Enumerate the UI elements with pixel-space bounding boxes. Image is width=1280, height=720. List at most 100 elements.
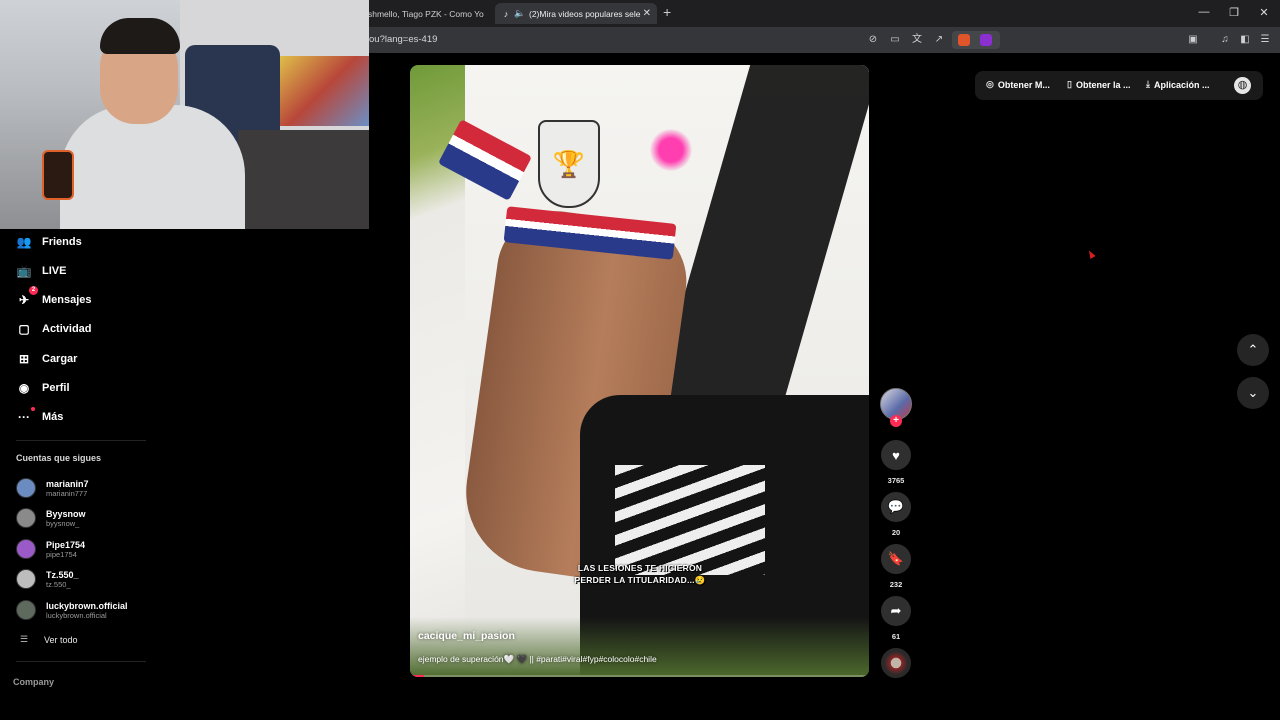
share-arrow-icon: ➦ — [890, 603, 902, 618]
nav-messages[interactable]: ✈ 2 Mensajes — [16, 286, 92, 310]
avatar — [16, 508, 36, 528]
sidebar-toggle-icon[interactable]: ▣ — [1186, 33, 1200, 47]
like-button[interactable]: ♥ — [881, 440, 911, 470]
share-icon[interactable]: ↗ — [932, 33, 946, 47]
cast-icon[interactable]: ▭ — [888, 33, 902, 47]
webcam-microphone — [42, 150, 74, 200]
account-handle: byysnow_ — [46, 518, 80, 528]
nav-label: LIVE — [42, 265, 67, 277]
phone-icon: ▯ — [1067, 79, 1072, 89]
left-sidebar: 👥 Friends 📺 LIVE ✈ 2 Mensajes ▢ Actividad ⊞ Ca… — [0, 229, 360, 720]
nav-friends[interactable]: 👥 Friends — [16, 232, 82, 252]
nav-label: Cargar — [42, 353, 78, 365]
address-bar[interactable]: ou?lang=es-419 — [369, 34, 437, 45]
share-button[interactable]: ➦ — [881, 596, 911, 626]
video-frame-blur — [650, 129, 692, 171]
messages-badge: 2 — [29, 286, 38, 295]
browser-tab-music[interactable]: shmello, Tiago PZK - Como Yo :( — [368, 3, 486, 24]
brave-rewards-icon[interactable] — [980, 34, 992, 46]
profile-avatar-icon[interactable]: ◍ — [1234, 77, 1251, 94]
minimize-window-button[interactable]: — — [1197, 6, 1211, 18]
close-window-button[interactable]: ✕ — [1257, 6, 1271, 19]
comment-count: 20 — [891, 528, 901, 537]
get-app-button[interactable]: ▯ Obtener la ... — [1067, 79, 1130, 90]
following-account[interactable]: marianin7 marianin777 — [16, 476, 89, 500]
next-video-button[interactable]: ⌄ — [1237, 377, 1269, 409]
sidebar-divider — [16, 440, 146, 441]
avatar — [16, 600, 36, 620]
list-icon: ☰ — [20, 634, 29, 644]
chevron-up-icon: ⌃ — [1247, 342, 1259, 357]
tab-title: shmello, Tiago PZK - Como Yo :( — [368, 8, 486, 19]
browser-tab-tiktok[interactable]: ♪ 🔈 (2)Mira videos populares sele ✕ — [495, 3, 657, 24]
mouse-cursor-icon — [1086, 249, 1096, 259]
get-app-label: Obtener la ... — [1075, 79, 1131, 90]
video-author[interactable]: cacique_mi_pasion — [418, 630, 515, 642]
follow-button[interactable]: + — [890, 415, 902, 427]
video-player[interactable]: 🏆 LAS LESIONES TE HICIERON PERDER LA TIT… — [410, 65, 869, 677]
nav-profile[interactable]: ◉ Perfil — [16, 378, 70, 398]
get-coins-label: Obtener M... — [997, 79, 1050, 90]
account-name: marianin7 — [46, 478, 89, 489]
get-app-bar: ◎ Obtener M... ▯ Obtener la ... ⤓ Aplicació… — [975, 71, 1263, 100]
following-account[interactable]: Tz.550_ tz.550_ — [16, 567, 79, 591]
account-name: Tz.550_ — [46, 569, 79, 580]
panel-icon[interactable]: ◧ — [1238, 33, 1252, 47]
brave-shields-icon[interactable] — [958, 34, 970, 46]
video-progress-bar[interactable] — [410, 675, 869, 677]
desktop-app-button[interactable]: ⤓ Aplicación ... — [1146, 79, 1210, 90]
nav-label: Mensajes — [42, 294, 92, 306]
company-link[interactable]: Company — [13, 677, 54, 687]
video-progress-fill — [410, 675, 424, 677]
friends-icon: 👥 — [16, 235, 32, 249]
speaker-icon: 🔈 — [514, 8, 526, 18]
account-handle: marianin777 — [46, 488, 88, 498]
nav-label: Más — [42, 411, 64, 423]
get-coins-button[interactable]: ◎ Obtener M... — [986, 79, 1050, 90]
tracking-off-icon[interactable]: ⊘ — [866, 33, 880, 47]
webcam-shelf — [275, 56, 369, 126]
close-tab-icon[interactable]: ✕ — [643, 8, 651, 19]
activity-icon: ▢ — [18, 322, 30, 336]
see-all-link[interactable]: ☰ Ver todo — [20, 634, 78, 645]
following-account[interactable]: Pipe1754 pipe1754 — [16, 537, 85, 561]
previous-video-button[interactable]: ⌃ — [1237, 334, 1269, 366]
more-dot — [31, 407, 35, 411]
menu-icon[interactable]: ☰ — [1258, 33, 1272, 47]
share-count: 61 — [891, 632, 901, 641]
see-all-label: Ver todo — [44, 634, 78, 645]
restore-window-button[interactable]: ❐ — [1227, 6, 1241, 19]
tab-title: (2)Mira videos populares sele — [529, 8, 641, 19]
save-count: 232 — [889, 580, 903, 589]
new-tab-button[interactable]: + — [663, 4, 671, 20]
media-icon[interactable]: ♫ — [1218, 33, 1232, 47]
nav-more[interactable]: ··· Más — [16, 407, 63, 427]
desktop-app-label: Aplicación ... — [1153, 79, 1210, 90]
nav-label: Perfil — [42, 382, 70, 394]
music-disc-icon[interactable] — [881, 648, 911, 678]
live-icon: 📺 — [16, 264, 32, 278]
nav-label: Actividad — [42, 323, 92, 335]
comment-button[interactable]: 💬 — [881, 492, 911, 522]
nav-upload[interactable]: ⊞ Cargar — [16, 349, 78, 369]
account-name: Pipe1754 — [46, 539, 86, 550]
like-count: 3765 — [887, 476, 905, 485]
following-title: Cuentas que sigues — [16, 453, 102, 463]
translate-icon[interactable]: 文 — [910, 33, 924, 47]
save-button[interactable]: 🔖 — [881, 544, 911, 574]
profile-icon: ◉ — [18, 381, 30, 395]
following-account[interactable]: luckybrown.official luckybrown.official — [16, 598, 128, 622]
webcam-overlay — [0, 0, 369, 229]
webcam-person-body — [60, 105, 245, 229]
video-frame-stripes — [615, 465, 765, 575]
webcam-person-hair — [100, 18, 180, 54]
nav-activity[interactable]: ▢ Actividad — [16, 319, 92, 339]
heart-icon: ♥ — [892, 447, 900, 463]
following-account[interactable]: Byysnow byysnow_ — [16, 506, 86, 530]
chevron-down-icon: ⌄ — [1247, 385, 1259, 400]
nav-live[interactable]: 📺 LIVE — [16, 261, 67, 281]
messages-icon: ✈ 2 — [16, 286, 38, 308]
account-handle: pipe1754 — [46, 549, 77, 559]
account-name: luckybrown.official — [46, 600, 128, 611]
nav-label: Friends — [42, 236, 82, 248]
